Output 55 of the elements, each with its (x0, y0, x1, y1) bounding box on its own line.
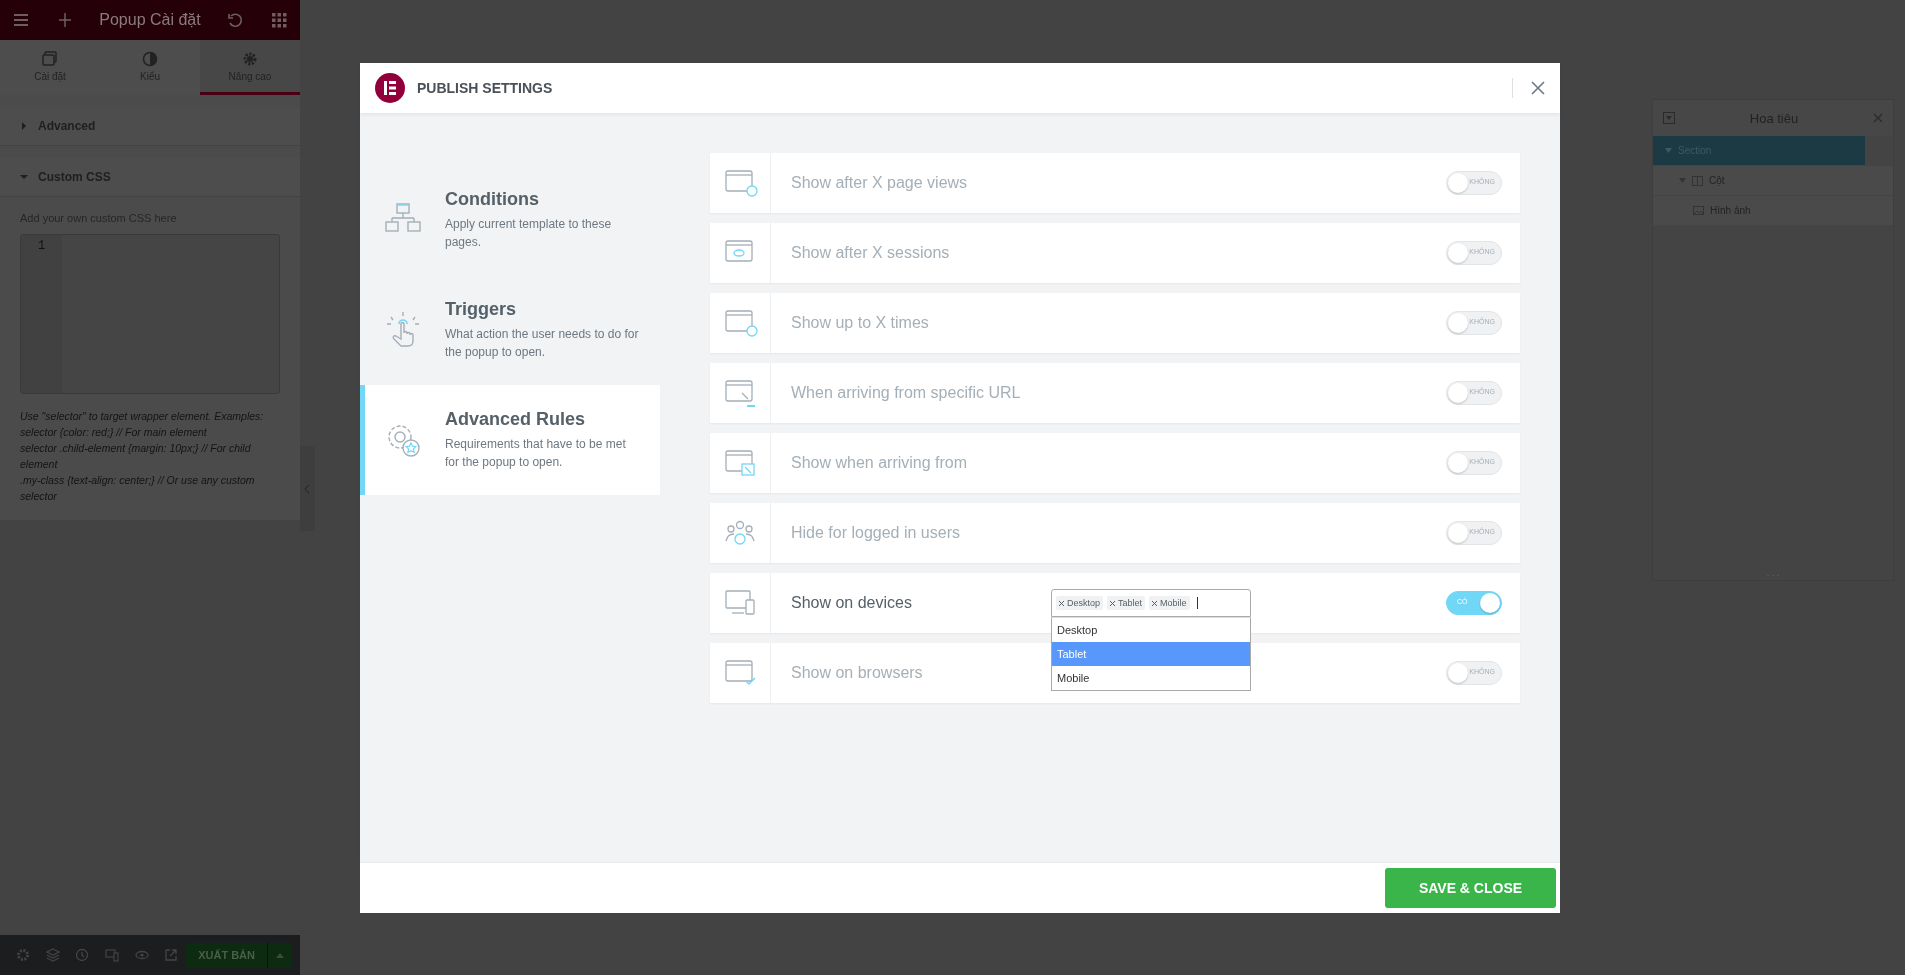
remove-icon[interactable] (1152, 601, 1158, 606)
close-icon[interactable] (1873, 113, 1883, 123)
chevron-icon (305, 484, 310, 493)
layers-icon[interactable] (45, 948, 60, 962)
panel-title: Popup Cài đặt (98, 11, 202, 29)
eye-icon[interactable] (134, 948, 149, 962)
settings-icon[interactable] (15, 948, 30, 962)
windows-icon (42, 50, 58, 67)
nav-description: What action the user needs to do for the popup to open. (445, 326, 640, 361)
apps-grid-icon[interactable] (270, 11, 288, 29)
rule-label: Show after X sessions (790, 244, 951, 262)
caret-icon (20, 173, 28, 181)
publish-button[interactable]: XUẤT BẢN (186, 942, 267, 968)
rule-label: When arriving from specific URL (790, 384, 1022, 402)
nav-title: Conditions (445, 189, 540, 210)
nav-title: Advanced Rules (445, 409, 587, 430)
remove-icon[interactable] (1110, 601, 1116, 606)
dropdown-option[interactable]: Tablet (1052, 642, 1250, 666)
rule-label: Show up to X times (790, 314, 930, 332)
caret-icon (20, 122, 28, 130)
logo-icon (375, 73, 405, 103)
caret-icon (276, 952, 284, 958)
device-tag[interactable]: Mobile (1149, 596, 1190, 610)
device-tag[interactable]: Tablet (1107, 596, 1146, 610)
settings-nav-item[interactable]: Advanced Rules Requirements that have to be met for the popup to open. (360, 385, 660, 495)
dialog-title: PUBLISH SETTINGS (417, 80, 554, 96)
plus-icon[interactable] (56, 11, 74, 29)
gear-icon (242, 50, 258, 67)
settings-nav-item[interactable]: Triggers What action the user needs to do for the popup to open. (360, 275, 660, 385)
dropdown-option[interactable]: Desktop (1052, 618, 1250, 642)
rule-label: Show on devices (790, 594, 913, 612)
rule-label: Show when arriving from (790, 454, 969, 472)
close-icon (1531, 81, 1545, 95)
dropdown-option[interactable]: Mobile (1052, 666, 1250, 690)
publish-options-button[interactable] (267, 942, 292, 968)
devices-icon[interactable] (104, 948, 119, 962)
device-tag[interactable]: Desktop (1056, 596, 1104, 610)
save-close-button[interactable]: SAVE & CLOSE (1385, 868, 1556, 908)
external-link-icon[interactable] (164, 948, 179, 962)
close-button[interactable] (1512, 78, 1545, 98)
settings-nav-item[interactable]: Conditions Apply current template to these pages. (360, 165, 660, 275)
rule-label: Show on browsers (790, 664, 924, 682)
nav-title: Triggers (445, 299, 518, 320)
panel-toggle-handle[interactable] (300, 446, 315, 531)
nav-description: Apply current template to these pages. (445, 216, 613, 251)
nav-description: Requirements that have to be met for the popup to open. (445, 436, 627, 471)
contrast-icon (142, 50, 158, 67)
rule-label: Show after X page views (790, 174, 969, 192)
device-select[interactable]: Desktop Tablet Mobile (1051, 589, 1251, 617)
menu-icon[interactable] (12, 11, 30, 29)
history-icon[interactable] (75, 948, 90, 962)
collapse-icon[interactable] (1663, 112, 1675, 124)
remove-icon[interactable] (1059, 601, 1064, 606)
rule-label: Hide for logged in users (790, 524, 961, 542)
undo-icon[interactable] (226, 11, 244, 29)
